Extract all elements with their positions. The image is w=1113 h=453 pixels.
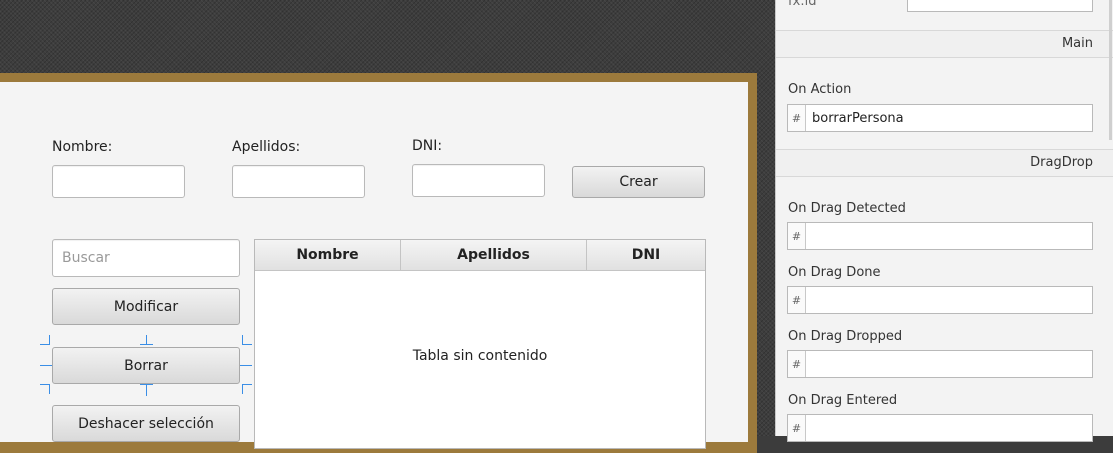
fx-id-input[interactable] — [908, 0, 1092, 11]
on-drag-dropped-label: On Drag Dropped — [788, 329, 903, 344]
crear-button[interactable]: Crear — [572, 166, 705, 198]
buscar-field[interactable] — [52, 239, 240, 277]
dni-input[interactable] — [413, 165, 544, 196]
hash-icon: # — [788, 415, 806, 441]
on-drag-done-field[interactable]: # — [787, 286, 1093, 314]
hash-icon: # — [788, 351, 806, 377]
on-drag-detected-field[interactable]: # — [787, 222, 1093, 250]
column-header-apellidos[interactable]: Apellidos — [401, 240, 587, 270]
dni-label: DNI: — [412, 138, 443, 154]
on-action-field[interactable]: # — [787, 104, 1093, 132]
on-drag-entered-label: On Drag Entered — [788, 393, 898, 408]
fx-id-field[interactable] — [907, 0, 1093, 12]
on-drag-done-input[interactable] — [806, 287, 1092, 313]
fx-id-label: fx:id — [788, 0, 817, 9]
nombre-field[interactable] — [52, 165, 185, 198]
borrar-button[interactable]: Borrar — [52, 347, 240, 384]
table-header: Nombre Apellidos DNI — [255, 240, 705, 271]
hash-icon: # — [788, 287, 806, 313]
modificar-button[interactable]: Modificar — [52, 288, 240, 325]
hash-icon: # — [788, 105, 806, 131]
column-header-dni[interactable]: DNI — [587, 240, 705, 270]
on-drag-entered-input[interactable] — [806, 415, 1092, 441]
inspector-panel: fx:id Main On Action # DragDrop On Drag … — [775, 0, 1113, 442]
apellidos-field[interactable] — [232, 165, 365, 198]
dni-field[interactable] — [412, 164, 545, 197]
apellidos-label: Apellidos: — [232, 139, 301, 155]
on-action-label: On Action — [788, 82, 852, 97]
apellidos-input[interactable] — [233, 166, 364, 197]
buscar-input[interactable] — [53, 240, 239, 276]
on-drag-done-label: On Drag Done — [788, 265, 881, 280]
on-drag-detected-input[interactable] — [806, 223, 1092, 249]
column-header-nombre[interactable]: Nombre — [255, 240, 401, 270]
inspector-scrollbar[interactable] — [1109, 0, 1112, 140]
deshacer-seleccion-button[interactable]: Deshacer selección — [52, 405, 240, 442]
on-action-input[interactable] — [806, 105, 1092, 131]
on-drag-detected-label: On Drag Detected — [788, 201, 906, 216]
hash-icon: # — [788, 223, 806, 249]
nombre-label: Nombre: — [52, 139, 113, 155]
nombre-input[interactable] — [53, 166, 184, 197]
on-drag-dropped-field[interactable]: # — [787, 350, 1093, 378]
on-drag-entered-field[interactable]: # — [787, 414, 1093, 442]
on-drag-dropped-input[interactable] — [806, 351, 1092, 377]
section-main[interactable]: Main — [776, 30, 1113, 58]
section-dragdrop[interactable]: DragDrop — [776, 149, 1113, 177]
table-empty-placeholder: Tabla sin contenido — [412, 348, 548, 364]
personas-table[interactable]: Nombre Apellidos DNI Tabla sin contenido — [254, 239, 706, 449]
